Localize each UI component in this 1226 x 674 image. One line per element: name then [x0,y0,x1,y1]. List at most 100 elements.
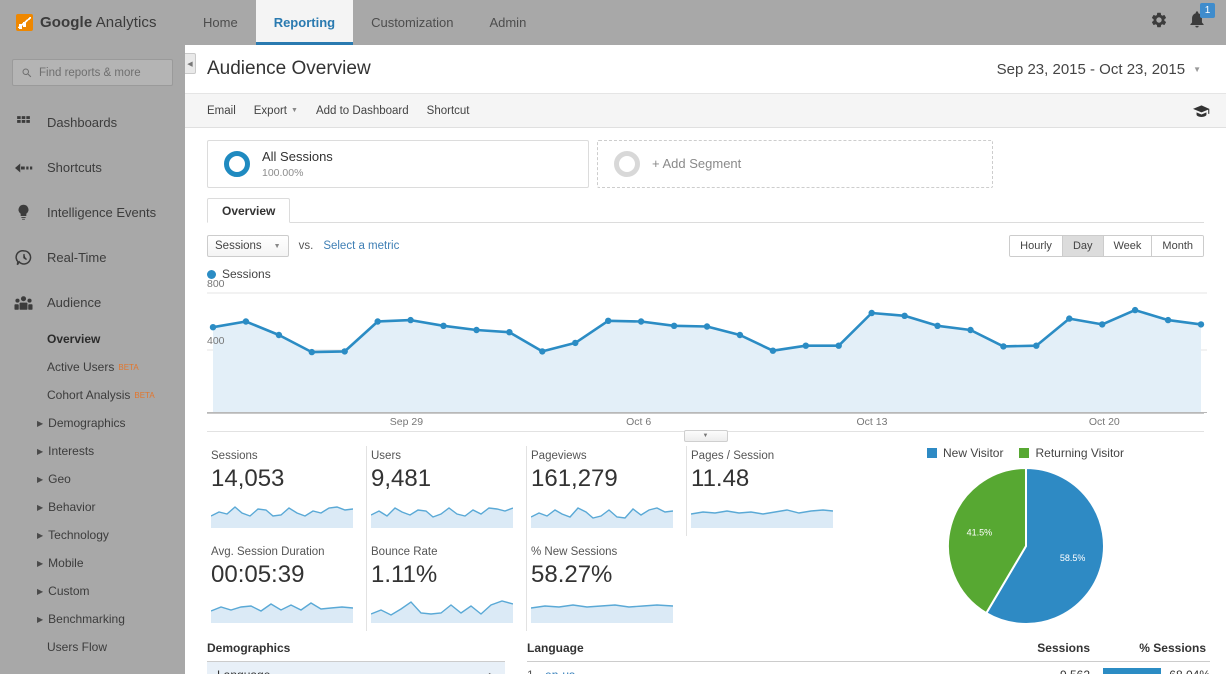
select-a-metric-link[interactable]: Select a metric [323,240,399,252]
add-segment-donut-icon [614,151,640,177]
sidebar-subitem-interests[interactable]: ▶ Interests [0,437,185,465]
sessions-line-chart[interactable]: 800 400 [185,278,1226,413]
kpi-value: 00:05:39 [211,560,305,588]
subitem-label: Technology [48,528,109,542]
top-nav-home[interactable]: Home [185,0,256,45]
kpi-value: 161,279 [531,465,618,492]
sidebar-subitem-demographics[interactable]: ▶ Demographics [0,409,185,437]
sidebar-item-shortcuts[interactable]: Shortcuts [0,145,185,190]
export-label: Export [253,104,288,117]
sidebar-subitem-behavior[interactable]: ▶ Behavior [0,493,185,521]
kpi-row-1: Sessions 14,053 Users 9,481 Pageviews 16… [207,446,847,536]
column-sessions: Sessions [1037,641,1090,656]
sidebar-subitem-geo[interactable]: ▶ Geo [0,465,185,493]
collapse-left-icon[interactable]: ◀ [185,53,196,74]
kpi-percent-new-sessions[interactable]: % New Sessions 58.27% [527,536,687,632]
kpi-label: Avg. Session Duration [211,545,325,558]
sidebar-subitem-overview[interactable]: Overview [0,325,185,353]
sidebar-subitem-mobile[interactable]: ▶ Mobile [0,549,185,577]
sidebar-item-label: Real-Time [47,250,107,265]
kpi-label: Sessions [211,450,258,462]
search-input[interactable]: Find reports & more [12,59,173,86]
sidebar-subitem-cohort-analysis[interactable]: Cohort Analysis BETA [0,381,185,409]
chart-x-tick: Oct 13 [856,416,888,428]
email-button[interactable]: Email [207,105,236,117]
page-header: Audience Overview Sep 23, 2015 - Oct 23,… [185,45,1226,94]
metric-select[interactable]: Sessions ▼ [207,235,289,257]
beta-badge: BETA [134,390,155,400]
bell-icon[interactable]: 1 [1188,3,1215,34]
export-button[interactable]: Export ▼ [254,105,298,117]
notification-badge: 1 [1200,3,1215,18]
sidebar-item-audience[interactable]: Audience [0,280,185,325]
pie-legend-swatch [1019,448,1030,458]
granularity-day[interactable]: Day [1062,236,1104,256]
sidebar-subitem-benchmarking[interactable]: ▶ Benchmarking [0,605,185,633]
kpi-bounce-rate[interactable]: Bounce Rate 1.11% [367,535,527,632]
gear-icon[interactable] [1150,11,1168,34]
sidebar-item-dashboards[interactable]: Dashboards [0,100,185,145]
bottom-section: Demographics Language ▶ Language Session… [185,631,1226,674]
pie-legend: New Visitor Returning Visitor [927,446,1124,460]
kpi-sparkline [211,505,353,528]
people-icon [14,293,33,312]
granularity-hourly[interactable]: Hourly [1010,236,1063,256]
segment-bar: All Sessions 100.00% + Add Segment [185,128,1226,188]
kpi-users[interactable]: Users 9,481 [367,446,527,536]
row-sessions: 9,562 [1000,668,1090,674]
granularity-month[interactable]: Month [1152,236,1203,256]
pie-chart-svg[interactable]: 58.5% 41.5% [946,466,1106,626]
chevron-right-icon: ▶ [37,502,44,512]
chevron-right-icon: ▶ [37,614,44,624]
sidebar-item-intelligence-events[interactable]: Intelligence Events [0,190,185,235]
vs-label: vs. [298,240,314,252]
row-language-link[interactable]: en-us [545,668,575,674]
row-name-cell: 1. en-us [527,668,1000,674]
demographics-item-label: Language [217,668,270,674]
chart-x-tick: Oct 20 [1088,416,1120,428]
add-to-dashboard-button[interactable]: Add to Dashboard [316,105,409,117]
segment-all-sessions[interactable]: All Sessions 100.00% [207,140,589,188]
tab-strip: Overview [207,198,1204,223]
chart-y-tick: 800 [207,278,225,290]
sidebar-subitem-users-flow[interactable]: Users Flow [0,633,185,661]
graduation-cap-icon[interactable] [1193,104,1210,118]
subitem-label: Geo [48,472,71,486]
demographics-item-language[interactable]: Language ▶ [207,662,505,674]
kpi-sparkline [371,600,513,624]
language-table-header: Language Sessions % Sessions [527,641,1210,663]
add-segment-button[interactable]: + Add Segment [597,140,993,188]
top-bar-right-icons: 1 [1150,0,1226,45]
kpi-pages-per-session[interactable]: Pages / Session 11.48 [687,446,847,536]
pie-legend-returning-visitor[interactable]: Returning Visitor [1019,446,1124,460]
main-content: ◀ Audience Overview Sep 23, 2015 - Oct 2… [185,45,1226,674]
page-title: Audience Overview [207,58,371,79]
sidebar-subitem-custom[interactable]: ▶ Custom [0,577,185,605]
sidebar-item-acquisition[interactable]: Acquisition [0,661,185,674]
brand-logo-area[interactable]: Google Analytics [0,0,185,45]
kpi-sessions[interactable]: Sessions 14,053 [207,446,367,536]
pie-legend-new-visitor[interactable]: New Visitor [927,446,1003,460]
sidebar-item-label: Intelligence Events [47,205,157,220]
subitem-label: Custom [48,584,90,598]
kpi-empty-slot [687,536,847,632]
kpi-pageviews[interactable]: Pageviews 161,279 [527,446,687,536]
sidebar-item-real-time[interactable]: Real-Time [0,235,185,280]
kpi-avg-session-duration[interactable]: Avg. Session Duration 00:05:39 [207,535,367,632]
top-nav-reporting[interactable]: Reporting [255,0,354,45]
top-nav-admin[interactable]: Admin [471,0,544,45]
shortcut-button[interactable]: Shortcut [427,105,470,117]
subitem-label: Mobile [48,556,84,570]
sidebar-subitem-technology[interactable]: ▶ Technology [0,521,185,549]
tab-overview[interactable]: Overview [207,198,291,223]
arrow-left-dashed-icon [14,158,33,177]
top-nav-customization[interactable]: Customization [353,0,471,45]
chart-x-axis: Sep 29 Oct 6 Oct 13 Oct 20 [207,413,1204,442]
table-row[interactable]: 1. en-us 9,562 68.04% [527,662,1210,674]
chart-toolbar: Sessions ▼ vs. Select a metric Hourly Da… [185,223,1226,257]
granularity-week[interactable]: Week [1103,236,1153,256]
chart-range-handle[interactable] [683,430,728,442]
chevron-down-icon: ▼ [291,107,298,114]
date-range-picker[interactable]: Sep 23, 2015 - Oct 23, 2015 ▼ [988,56,1210,83]
sidebar-subitem-active-users[interactable]: Active Users BETA [0,353,185,381]
